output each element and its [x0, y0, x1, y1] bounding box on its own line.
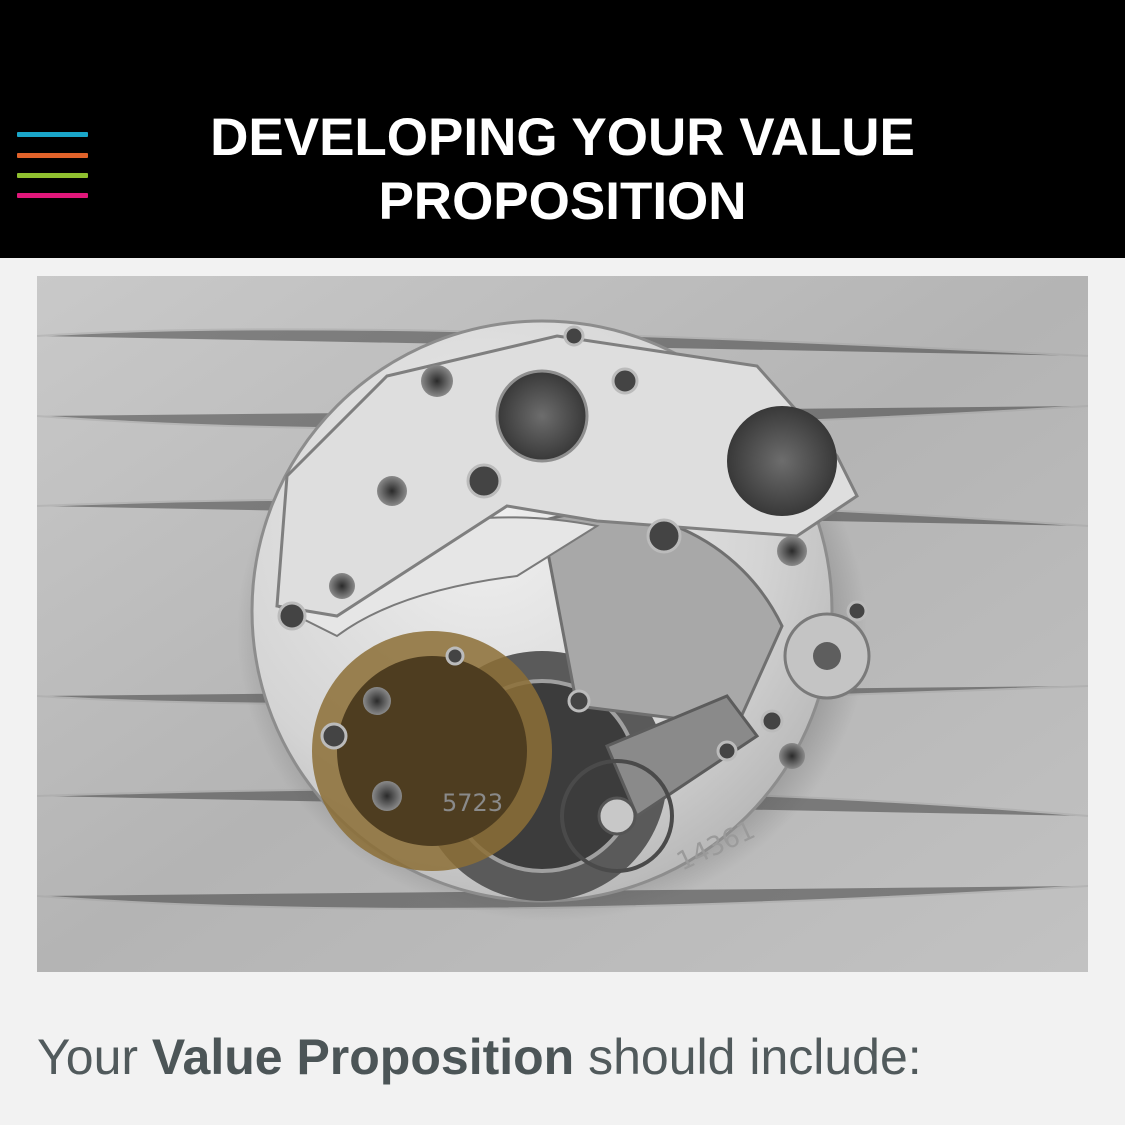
intro-bold: Value Proposition	[151, 1029, 575, 1085]
intro-text: Your Value Proposition should include:	[37, 1025, 1097, 1089]
menu-bar-pink	[17, 193, 88, 198]
menu-bar-green	[17, 173, 88, 178]
menu-bar-orange	[17, 153, 88, 158]
page-title: DEVELOPING YOUR VALUE PROPOSITION	[210, 108, 915, 231]
hamburger-menu-icon[interactable]	[17, 132, 89, 202]
intro-prefix: Your	[37, 1029, 152, 1085]
menu-bar-blue	[17, 132, 88, 137]
engraving-5723: 5723	[442, 789, 503, 817]
app-header: DEVELOPING YOUR VALUE PROPOSITION	[0, 0, 1125, 258]
intro-suffix: should include:	[574, 1029, 922, 1085]
watch-movement-image: 5723 14361	[37, 276, 1088, 972]
